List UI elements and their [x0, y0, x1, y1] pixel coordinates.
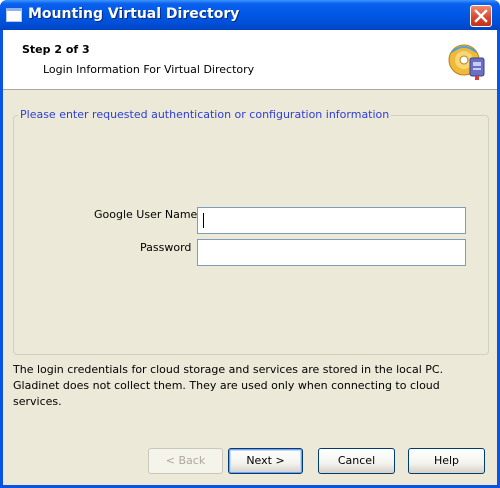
- user-name-input[interactable]: [197, 207, 466, 234]
- step-title: Step 2 of 3: [22, 43, 90, 56]
- disk-network-icon: [448, 44, 485, 80]
- cancel-button[interactable]: Cancel: [318, 448, 395, 474]
- back-button[interactable]: < Back: [148, 448, 223, 474]
- group-legend: Please enter requested authentication or…: [18, 108, 392, 121]
- dialog-window: Mounting Virtual Directory Step 2 of 3 L…: [0, 0, 500, 488]
- credentials-note: The login credentials for cloud storage …: [13, 363, 444, 408]
- help-button[interactable]: Help: [408, 448, 485, 474]
- title-bar[interactable]: Mounting Virtual Directory: [0, 0, 500, 30]
- user-name-label: Google User Name: [94, 208, 198, 221]
- password-label: Password: [140, 241, 192, 254]
- close-icon[interactable]: [470, 5, 492, 27]
- auth-groupbox: [13, 115, 489, 355]
- text-caret: [203, 213, 204, 228]
- window-title: Mounting Virtual Directory: [28, 6, 240, 22]
- dialog-body: Step 2 of 3 Login Information For Virtua…: [3, 30, 497, 485]
- window-app-icon: [6, 8, 22, 22]
- password-input[interactable]: [197, 239, 466, 266]
- next-button[interactable]: Next >: [228, 448, 303, 474]
- step-subtitle: Login Information For Virtual Directory: [43, 63, 255, 76]
- wizard-header: Step 2 of 3 Login Information For Virtua…: [3, 30, 497, 90]
